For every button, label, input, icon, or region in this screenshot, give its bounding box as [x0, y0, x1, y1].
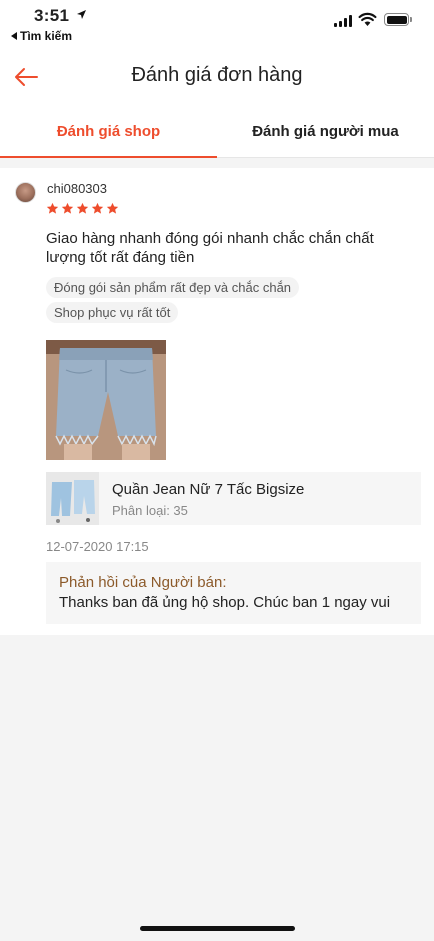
status-time: 3:51 [34, 6, 70, 25]
review-tag: Shop phục vụ rất tốt [46, 302, 179, 323]
status-bar: 3:51 Tìm kiếm [0, 0, 434, 48]
battery-tip [410, 17, 412, 22]
navigation-header: Đánh giá đơn hàng [0, 48, 434, 106]
back-triangle-icon [11, 32, 17, 40]
tab-buyer-reviews[interactable]: Đánh giá người mua [217, 106, 434, 157]
product-thumbnail-image [46, 472, 99, 525]
seller-reply-label: Phản hồi của Người bán: [59, 574, 227, 591]
seller-reply: Phản hồi của Người bán: Thanks ban đã ủn… [46, 562, 421, 624]
review-tabs: Đánh giá shop Đánh giá người mua [0, 106, 434, 158]
review-text: Giao hàng nhanh đóng gói nhanh chắc chắn… [46, 230, 374, 266]
reviewer-username: chi080303 [47, 181, 107, 196]
reviewer-avatar[interactable] [15, 182, 36, 203]
star-icon [76, 202, 89, 214]
page-title: Đánh giá đơn hàng [131, 64, 303, 86]
jeans-photo-image [46, 340, 166, 460]
rating-stars [46, 202, 119, 215]
seller-reply-text: Thanks ban đã ủng hộ shop. Chúc ban 1 ng… [59, 594, 391, 611]
back-to-app-link[interactable]: Tìm kiếm [11, 29, 72, 43]
product-thumbnail [46, 472, 99, 525]
back-to-app-label: Tìm kiếm [20, 29, 73, 43]
cellular-signal-icon [334, 14, 352, 27]
star-icon [61, 202, 74, 214]
battery-icon [384, 13, 409, 26]
location-arrow-icon [77, 10, 86, 19]
star-icon [106, 202, 119, 214]
review-tag: Đóng gói sản phẩm rất đẹp và chắc chắn [46, 277, 300, 298]
star-icon [91, 202, 104, 214]
wifi-icon [358, 12, 377, 26]
product-name: Quần Jean Nữ 7 Tấc Bigsize [112, 481, 305, 498]
review-photo[interactable] [46, 340, 166, 460]
product-variation: Phân loại: 35 [112, 503, 188, 518]
review-date: 12-07-2020 17:15 [46, 539, 149, 554]
tab-shop-reviews[interactable]: Đánh giá shop [0, 106, 217, 158]
star-icon [46, 202, 59, 214]
product-info-row[interactable]: Quần Jean Nữ 7 Tấc Bigsize Phân loại: 35 [46, 472, 421, 525]
review-card: chi080303 Giao hàng nhanh đóng gói nhanh… [0, 168, 434, 635]
home-indicator [140, 926, 295, 931]
